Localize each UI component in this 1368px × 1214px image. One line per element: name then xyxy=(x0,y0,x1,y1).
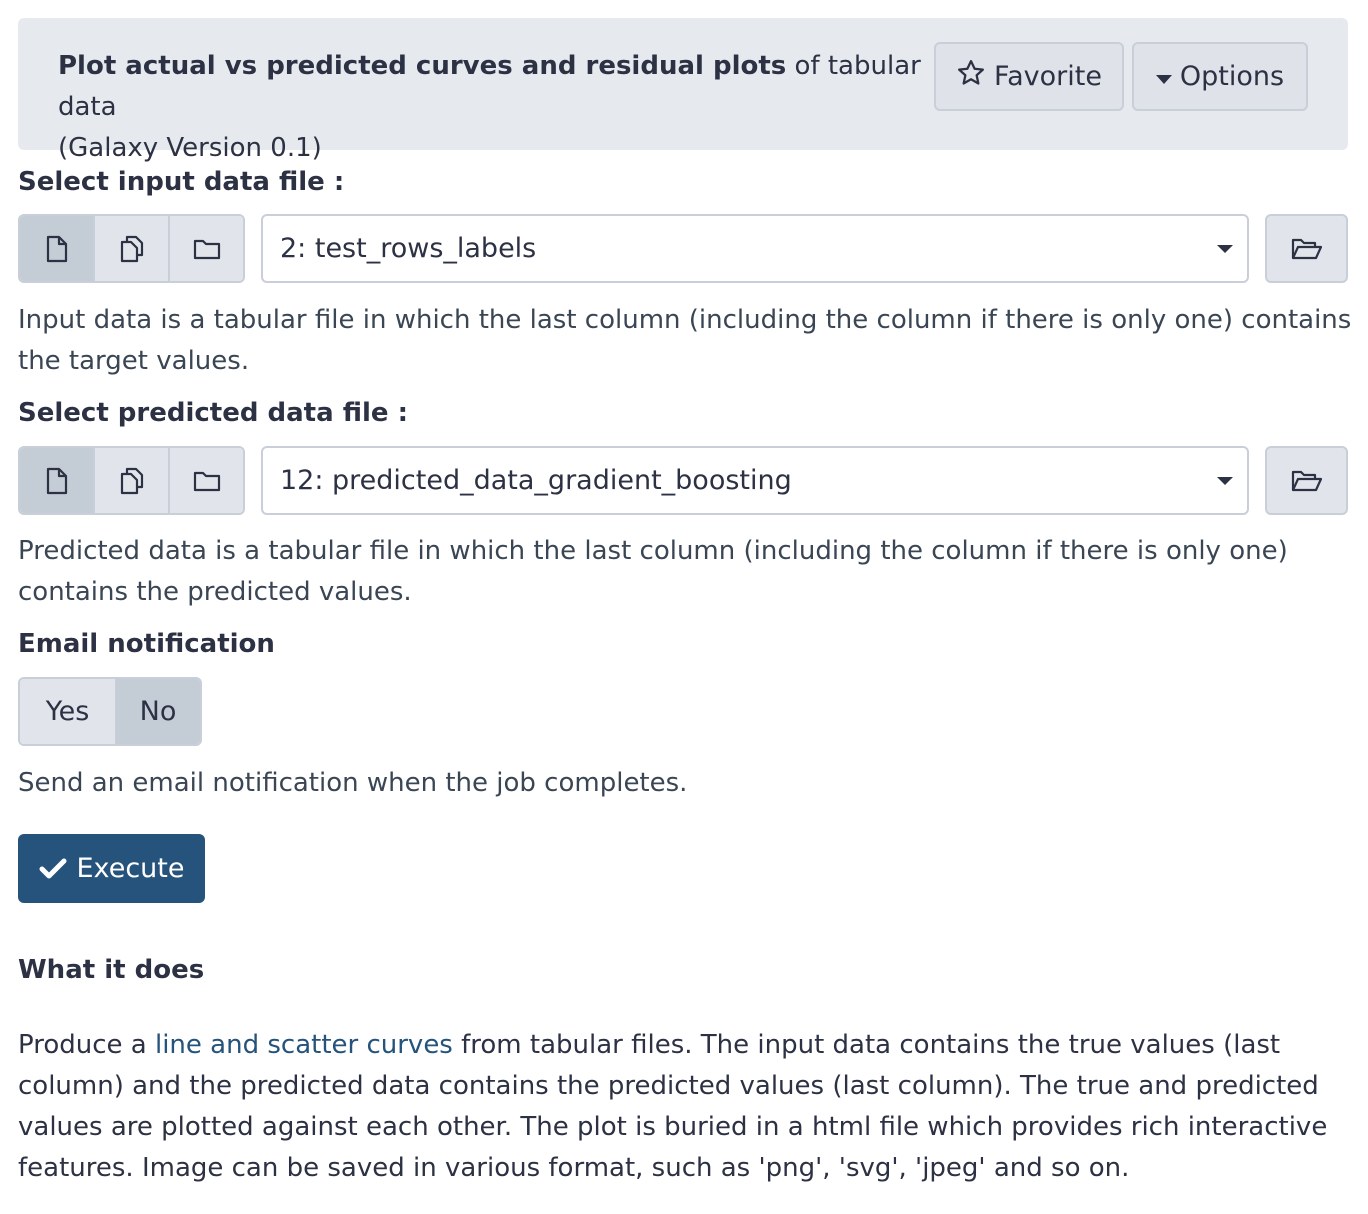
folder-open-icon xyxy=(1291,470,1322,491)
input-file-select[interactable]: 2: test_rows_labels xyxy=(261,214,1249,283)
email-notification-toggle: Yes No xyxy=(18,677,202,746)
tool-version: (Galaxy Version 0.1) xyxy=(58,133,322,163)
tool-title: Plot actual vs predicted curves and resi… xyxy=(58,46,928,169)
collection-button[interactable] xyxy=(170,216,243,281)
help-text-before-link: Produce a xyxy=(18,1030,155,1060)
caret-down-icon xyxy=(1155,61,1172,92)
single-dataset-button[interactable] xyxy=(20,448,95,513)
predicted-file-selected: 12: predicted_data_gradient_boosting xyxy=(280,465,792,496)
files-icon xyxy=(120,235,143,262)
input-file-selected: 2: test_rows_labels xyxy=(280,233,537,264)
file-icon xyxy=(46,235,67,262)
email-notification-label: Email notification xyxy=(18,629,275,659)
favorite-button[interactable]: Favorite xyxy=(934,42,1124,111)
tool-header: Plot actual vs predicted curves and resi… xyxy=(18,18,1348,163)
options-label: Options xyxy=(1179,61,1285,92)
folder-icon xyxy=(193,471,220,491)
single-dataset-button[interactable] xyxy=(20,216,95,281)
tool-form: Plot actual vs predicted curves and resi… xyxy=(0,0,1368,1214)
email-yes-option[interactable]: Yes xyxy=(20,679,116,744)
folder-icon xyxy=(193,239,220,259)
predicted-file-type-selector xyxy=(18,446,245,515)
execute-button[interactable]: Execute xyxy=(18,834,205,903)
files-icon xyxy=(120,467,143,494)
execute-label: Execute xyxy=(76,853,185,884)
collection-button[interactable] xyxy=(170,448,243,513)
predicted-file-label: Select predicted data file : xyxy=(18,398,408,428)
predicted-file-help: Predicted data is a tabular file in whic… xyxy=(18,536,1288,607)
email-notification-help: Send an email notification when the job … xyxy=(18,768,688,798)
predicted-file-select[interactable]: 12: predicted_data_gradient_boosting xyxy=(261,446,1249,515)
input-file-help: Input data is a tabular file in which th… xyxy=(18,305,1352,376)
multiple-datasets-button[interactable] xyxy=(95,448,170,513)
check-icon xyxy=(39,858,66,878)
star-outline-icon xyxy=(956,58,986,95)
caret-down-icon xyxy=(1217,245,1233,253)
folder-open-icon xyxy=(1291,238,1322,259)
input-file-label: Select input data file : xyxy=(18,167,345,197)
predicted-file-browse-button[interactable] xyxy=(1265,446,1348,515)
help-description: Produce a line and scatter curves from t… xyxy=(18,1025,1353,1189)
help-heading: What it does xyxy=(18,955,205,985)
file-icon xyxy=(46,467,67,494)
tool-name: Plot actual vs predicted curves and resi… xyxy=(58,51,787,81)
caret-down-icon xyxy=(1217,477,1233,485)
input-file-browse-button[interactable] xyxy=(1265,214,1348,283)
line-scatter-link[interactable]: line and scatter curves xyxy=(155,1030,453,1060)
input-file-type-selector xyxy=(18,214,245,283)
multiple-datasets-button[interactable] xyxy=(95,216,170,281)
favorite-label: Favorite xyxy=(994,61,1102,92)
email-no-option[interactable]: No xyxy=(116,679,200,744)
options-button[interactable]: Options xyxy=(1132,42,1308,111)
